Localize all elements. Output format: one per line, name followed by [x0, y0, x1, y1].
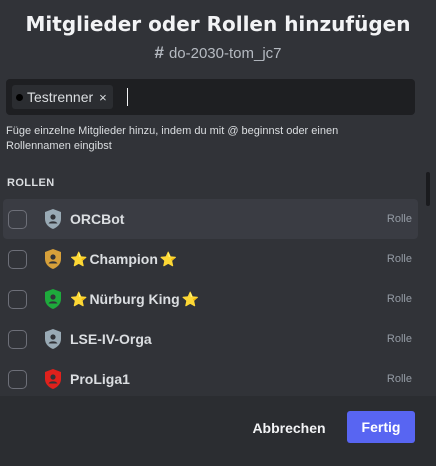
role-label: ⭐ Champion ⭐: [70, 251, 177, 268]
star-icon: ⭐: [181, 290, 200, 307]
roles-list: ORCBot Rolle ⭐ Champion ⭐ Rolle ⭐ Nürburg King ⭐…: [0, 197, 436, 395]
role-row[interactable]: ProLiga1 Rolle: [3, 359, 418, 395]
role-checkbox[interactable]: [8, 289, 27, 309]
star-icon: ⭐: [159, 250, 178, 267]
member-search-field[interactable]: Testrenner ×: [6, 79, 415, 115]
role-type-label: Rolle: [386, 293, 412, 305]
add-members-modal: Mitglieder oder Rollen hinzufügen # do-2…: [0, 0, 436, 466]
channel-label: do-2030-tom_jc7: [168, 44, 282, 62]
selected-member-chip: Testrenner ×: [12, 85, 113, 109]
role-type-label: Rolle: [386, 373, 412, 385]
star-icon: ⭐: [70, 290, 88, 307]
done-button[interactable]: Fertig: [347, 411, 415, 443]
roles-section-header: ROLLEN: [7, 177, 55, 189]
shield-icon: [43, 208, 63, 230]
role-name: Nürburg King: [89, 291, 180, 307]
chip-label: Testrenner: [27, 89, 94, 105]
scrollbar-thumb[interactable]: [426, 172, 430, 206]
role-label: LSE-IV-Orga: [70, 331, 152, 347]
shield-icon: [43, 288, 63, 310]
scrollbar[interactable]: [426, 172, 430, 392]
role-name: ProLiga1: [70, 371, 130, 387]
role-type-label: Rolle: [386, 333, 412, 345]
avatar: [16, 93, 23, 101]
search-hint: Füge einzelne Mitglieder hinzu, indem du…: [6, 125, 339, 152]
role-type-label: Rolle: [386, 253, 412, 265]
shield-icon: [43, 368, 63, 390]
channel-name: # do-2030-tom_jc7: [0, 43, 436, 63]
role-type-label: Rolle: [386, 213, 412, 225]
role-name: Champion: [89, 251, 158, 267]
role-row[interactable]: ⭐ Nürburg King ⭐ Rolle: [3, 279, 418, 319]
modal-title: Mitglieder oder Rollen hinzufügen: [25, 12, 411, 36]
shield-icon: [43, 248, 63, 270]
role-name: LSE-IV-Orga: [70, 331, 152, 347]
cancel-button[interactable]: Abbrechen: [248, 412, 330, 444]
role-checkbox[interactable]: [8, 249, 27, 269]
shield-icon: [43, 328, 63, 350]
role-row[interactable]: LSE-IV-Orga Rolle: [3, 319, 418, 359]
hash-icon: #: [154, 43, 164, 62]
star-icon: ⭐: [70, 250, 88, 267]
role-checkbox[interactable]: [8, 209, 27, 229]
role-name: ORCBot: [70, 211, 125, 227]
modal-footer: Abbrechen Fertig: [0, 396, 436, 466]
role-row[interactable]: ⭐ Champion ⭐ Rolle: [3, 239, 418, 279]
role-checkbox[interactable]: [8, 369, 27, 389]
role-row[interactable]: ORCBot Rolle: [3, 199, 418, 239]
role-label: ProLiga1: [70, 371, 130, 387]
role-label: ORCBot: [70, 211, 124, 227]
role-label: ⭐ Nürburg King ⭐: [70, 291, 199, 308]
role-checkbox[interactable]: [8, 329, 27, 349]
remove-chip-icon[interactable]: ×: [99, 90, 107, 105]
search-input[interactable]: [127, 82, 415, 112]
